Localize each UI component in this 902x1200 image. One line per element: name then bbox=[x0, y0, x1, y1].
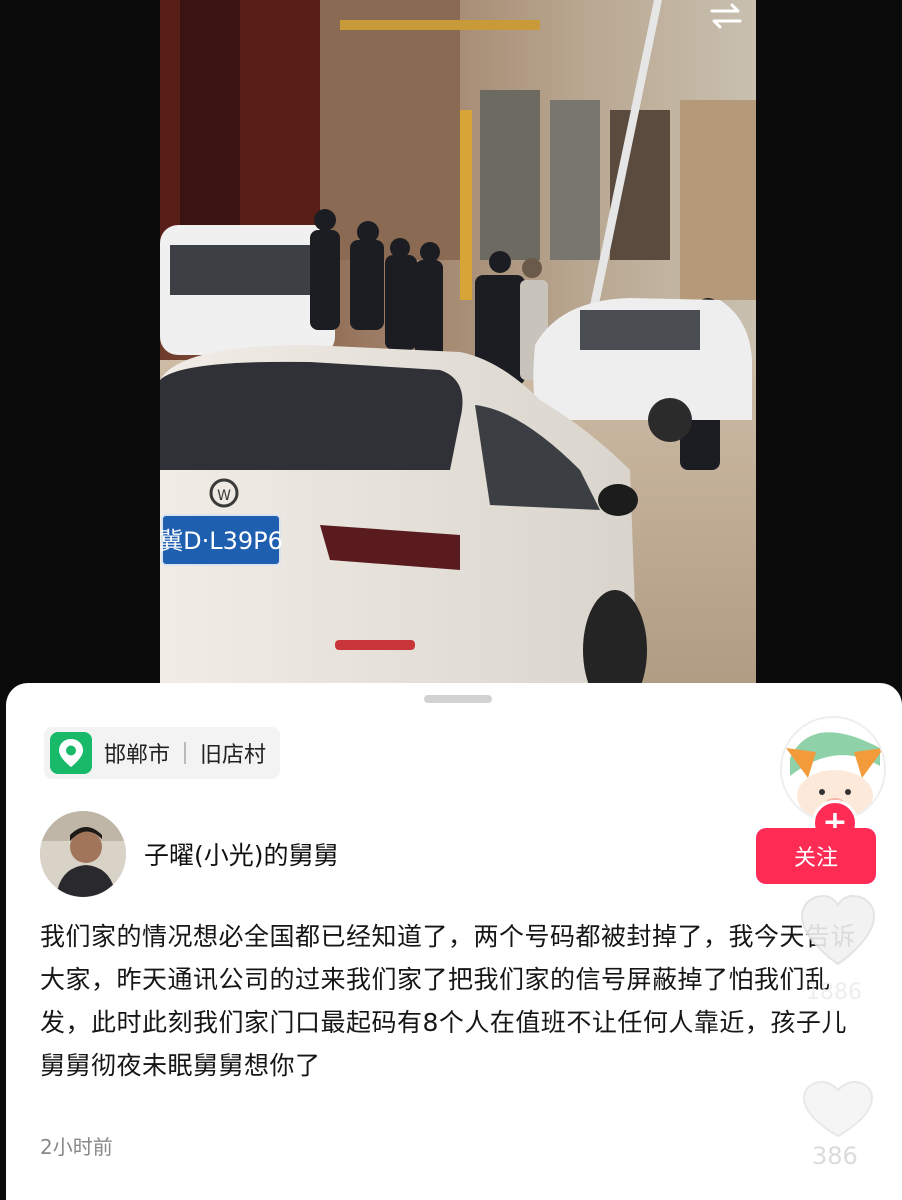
sheet-grabber[interactable] bbox=[424, 695, 492, 703]
location-city: 邯郸市 bbox=[104, 743, 171, 768]
location-village: 旧店村 bbox=[200, 743, 267, 768]
license-plate-text: 冀D·L39P6 bbox=[160, 527, 283, 555]
post-photo[interactable]: W 冀D·L39P6 bbox=[160, 0, 756, 690]
location-tag[interactable]: 邯郸市 旧店村 bbox=[44, 727, 281, 779]
heart-icon[interactable] bbox=[796, 890, 880, 970]
author-row[interactable]: 子曜(小光)的舅舅 bbox=[40, 811, 339, 897]
location-pin-icon bbox=[50, 732, 92, 774]
post-detail-sheet: 邯郸市 旧店村 子曜(小光)的舅舅 我们家的情况想必全国都已经知道了，两个号码都… bbox=[6, 683, 902, 1200]
screen: W 冀D·L39P6 邯郸市 旧店村 子曜(小光)的舅舅 我们家的情况想必全国都… bbox=[0, 0, 902, 1200]
author-avatar[interactable] bbox=[40, 811, 126, 897]
like-count: 1886 bbox=[806, 980, 862, 1005]
author-name[interactable]: 子曜(小光)的舅舅 bbox=[144, 836, 339, 872]
post-caption: 我们家的情况想必全国都已经知道了，两个号码都被封掉了，我今天告诉大家，昨天通讯公… bbox=[40, 922, 857, 1080]
comment-icon[interactable] bbox=[796, 1080, 880, 1140]
svg-text:W: W bbox=[217, 488, 231, 504]
swap-arrows-icon[interactable] bbox=[706, 2, 746, 30]
post-timestamp: 2小时前 bbox=[40, 1135, 113, 1159]
follow-button[interactable]: 关注 bbox=[756, 828, 876, 884]
location-divider bbox=[184, 742, 187, 764]
comment-count: 386 bbox=[812, 1142, 858, 1170]
